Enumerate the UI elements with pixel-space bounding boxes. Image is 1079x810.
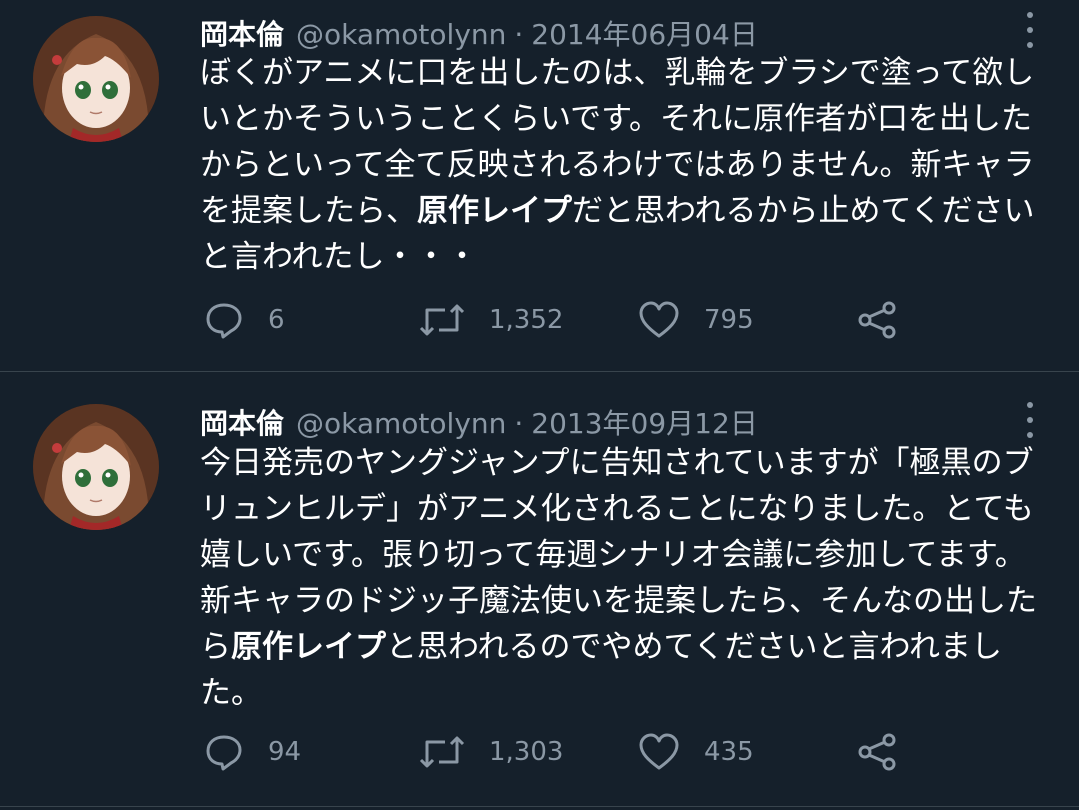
share-button[interactable] [856, 732, 900, 772]
author-name[interactable]: 岡本倫 [200, 13, 284, 53]
retweet-count: 1,352 [489, 305, 564, 335]
avatar[interactable] [33, 404, 159, 530]
author-handle[interactable]: @okamotolynn [296, 407, 506, 440]
tweet-date[interactable]: 2014年06月04日 [531, 13, 758, 53]
share-nodes-icon [858, 733, 896, 771]
reply-count: 6 [268, 305, 285, 335]
like-count: 435 [704, 737, 754, 767]
reply-button[interactable]: 94 [204, 732, 301, 772]
separator: · [514, 18, 524, 51]
reply-count: 94 [268, 737, 302, 767]
retweet-button[interactable]: 1,352 [419, 300, 563, 340]
tweet-header: 岡本倫 @okamotolynn · 2014年06月04日 [200, 13, 758, 51]
action-bar: 6 1,352 795 [204, 300, 924, 340]
more-options-icon[interactable] [1019, 12, 1041, 48]
speech-bubble-icon [206, 735, 242, 771]
retweet-arrows-icon [419, 736, 465, 768]
author-handle[interactable]: @okamotolynn [296, 18, 506, 51]
retweet-arrows-icon [419, 304, 465, 336]
tweet-header: 岡本倫 @okamotolynn · 2013年09月12日 [200, 402, 758, 440]
retweet-count: 1,303 [489, 737, 564, 767]
author-name[interactable]: 岡本倫 [200, 402, 284, 442]
share-button[interactable] [856, 300, 900, 340]
tweet-text: 今日発売のヤングジャンプに告知されていますが「極黒のブリュンヒルデ」がアニメ化さ… [200, 445, 1037, 711]
heart-icon [639, 301, 679, 338]
avatar[interactable] [33, 16, 159, 142]
like-count: 795 [704, 305, 754, 335]
tweet-text: ぼくがアニメに口を出したのは、乳輪をブラシで塗って欲しいとかそういうことくらいで… [200, 55, 1035, 275]
separator: · [514, 407, 524, 440]
more-options-icon[interactable] [1019, 402, 1041, 438]
bold-phrase: 原作レイプ [417, 193, 572, 229]
retweet-button[interactable]: 1,303 [419, 732, 563, 772]
reply-button[interactable]: 6 [204, 300, 285, 340]
like-button[interactable]: 435 [638, 732, 754, 772]
speech-bubble-icon [206, 303, 242, 339]
share-nodes-icon [858, 301, 896, 339]
action-bar: 94 1,303 435 [204, 732, 924, 772]
bold-phrase: 原作レイプ [231, 629, 386, 665]
like-button[interactable]: 795 [638, 300, 754, 340]
heart-icon [639, 733, 679, 770]
tweet-date[interactable]: 2013年09月12日 [531, 402, 758, 442]
tweet[interactable]: 岡本倫 @okamotolynn · 2014年06月04日 ぼくがアニメに口を… [0, 0, 1079, 372]
